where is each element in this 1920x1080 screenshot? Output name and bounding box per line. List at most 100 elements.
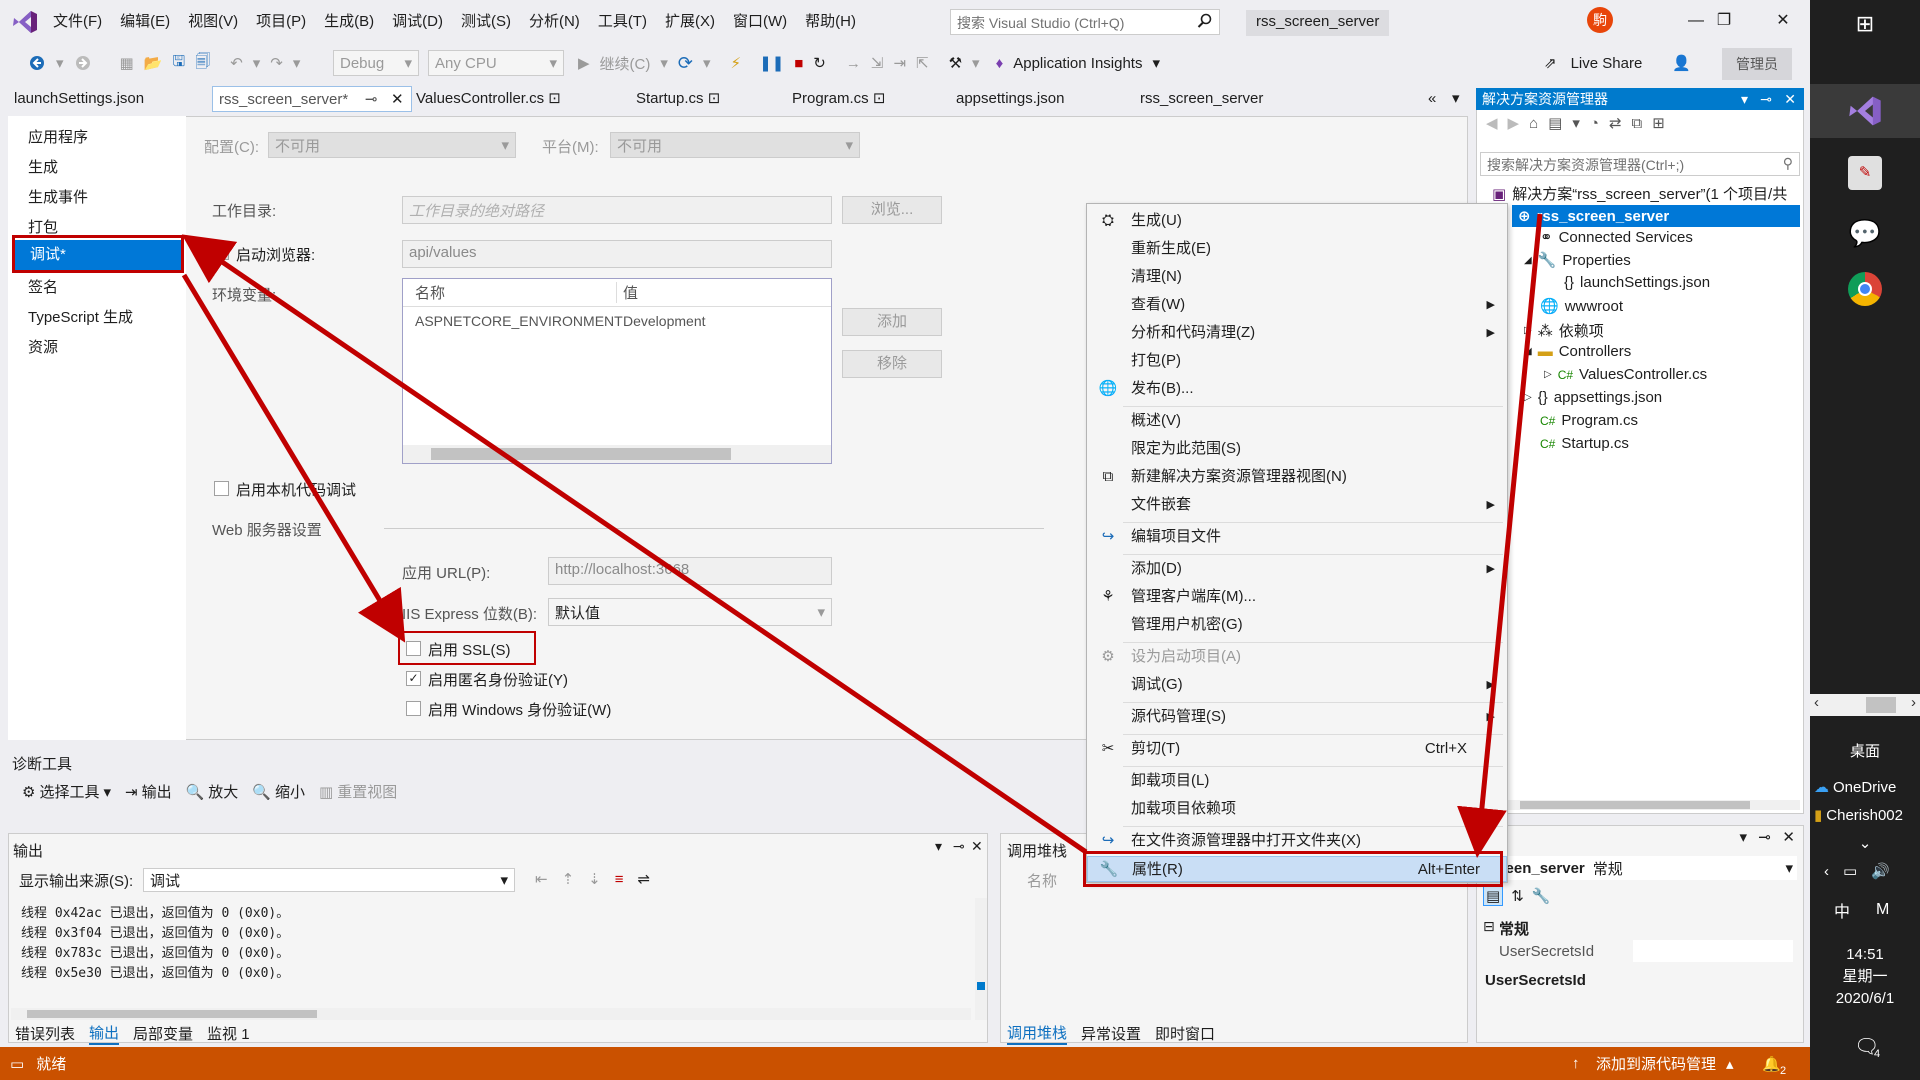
menu-view[interactable]: 视图(V) — [179, 0, 247, 44]
output-vertical-scrollbar[interactable] — [975, 898, 987, 1020]
back-icon[interactable] — [24, 50, 50, 76]
launch-browser-checkbox[interactable]: ✓ — [214, 245, 229, 260]
redo-icon[interactable]: ↷ — [266, 50, 287, 76]
menu-test[interactable]: 测试(S) — [452, 0, 520, 44]
tab-overflow-icon[interactable]: « — [1422, 86, 1436, 112]
menu-item-add[interactable]: 添加(D) ▶ — [1087, 556, 1507, 582]
env-vars-table[interactable]: 名称 值 ASPNETCORE_ENVIRONMENT Development — [402, 278, 832, 464]
battery-icon[interactable]: ▭ — [1843, 862, 1857, 880]
menu-project[interactable]: 项目(P) — [247, 0, 315, 44]
pin-icon[interactable]: ⊸ — [1758, 828, 1771, 846]
collapse-all-icon[interactable]: ⧉ — [1632, 115, 1643, 132]
enable-ssl-checkbox[interactable] — [406, 641, 421, 656]
taskbar-scrollbar[interactable]: ‹ › — [1810, 694, 1920, 716]
native-debug-checkbox[interactable] — [214, 481, 229, 496]
tree-appsettings[interactable]: ▷{} appsettings.json — [1524, 389, 1662, 406]
menu-item-cut[interactable]: ✂ 剪切(T) Ctrl+X — [1087, 736, 1507, 762]
tab-valuescontroller[interactable]: ValuesController.cs ⊡ — [410, 86, 561, 112]
tree-connected-services[interactable]: ⚭ Connected Services — [1540, 228, 1693, 247]
tab-watch1[interactable]: 监视 1 — [207, 1023, 250, 1044]
notifications-icon[interactable]: 🔔 — [1762, 1055, 1781, 1073]
ime-indicator[interactable]: 中 — [1834, 898, 1850, 922]
solution-explorer-scrollbar[interactable] — [1480, 800, 1800, 810]
menu-item-new-explorer-view[interactable]: ⧉ 新建解决方案资源管理器视图(N) — [1087, 464, 1507, 490]
tab-startup[interactable]: Startup.cs ⊡ — [630, 86, 720, 112]
collapse-icon[interactable]: ⊟ — [1483, 918, 1495, 935]
reset-view-button[interactable]: ▥ 重置视图 — [319, 781, 397, 802]
tab-call-stack[interactable]: 调用堆栈 — [1007, 1022, 1068, 1045]
tree-program[interactable]: C# Program.cs — [1540, 412, 1638, 429]
hot-reload-icon[interactable]: ⚡ — [727, 50, 746, 76]
tab-project-properties[interactable]: rss_screen_server* ⊸ ✕ — [212, 86, 412, 112]
nav-build-events[interactable]: 生成事件 — [28, 186, 88, 207]
ime-mode-icon[interactable]: M — [1876, 901, 1889, 919]
zoom-in-button[interactable]: 🔍 放大 — [186, 781, 239, 802]
menu-item-rebuild[interactable]: 重新生成(E) — [1087, 236, 1507, 262]
feedback-icon[interactable]: 👤 — [1668, 50, 1695, 76]
nav-typescript[interactable]: TypeScript 生成 — [28, 306, 133, 327]
pause-icon[interactable]: ❚❚ — [755, 50, 788, 76]
tree-solution-node[interactable]: ▣ 解决方案“rss_screen_server”(1 个项目/共 — [1492, 183, 1787, 204]
tab-list-dropdown-icon[interactable]: ▾ — [1446, 86, 1460, 112]
config-select[interactable]: 不可用 ▾ — [268, 132, 516, 158]
close-icon[interactable]: ✕ — [1784, 88, 1796, 110]
menu-item-set-startup[interactable]: ⚙ 设为启动项目(A) — [1087, 644, 1507, 670]
close-icon[interactable]: ✕ — [971, 838, 983, 855]
zoom-out-button[interactable]: 🔍 缩小 — [252, 781, 305, 802]
menu-file[interactable]: 文件(F) — [44, 0, 111, 44]
tree-wwwroot[interactable]: 🌐 wwwroot — [1540, 297, 1623, 316]
nav-build[interactable]: 生成 — [28, 156, 58, 177]
restore-icon[interactable]: ❐ — [1704, 6, 1744, 36]
forward-icon[interactable] — [70, 50, 96, 76]
taskbar-visual-studio[interactable] — [1810, 84, 1920, 138]
menu-tools[interactable]: 工具(T) — [589, 0, 656, 44]
add-env-button[interactable]: 添加 — [842, 308, 942, 336]
menu-item-analyze[interactable]: 分析和代码清理(Z) ▶ — [1087, 320, 1507, 346]
dropdown-arrow-icon[interactable]: ▾ — [249, 50, 265, 76]
workdir-input[interactable]: 工作目录的绝对路径 — [402, 196, 832, 224]
menu-item-load-deps[interactable]: 加载项目依赖项 — [1087, 796, 1507, 822]
menu-item-unload[interactable]: 卸载项目(L) — [1087, 768, 1507, 794]
tree-project-node[interactable]: ⊕ rss_screen_server — [1512, 205, 1800, 227]
refresh-icon[interactable]: ⟳ — [674, 50, 697, 76]
word-wrap-icon[interactable]: ⇌ — [638, 870, 651, 888]
property-pages-icon[interactable]: 🔧 — [1532, 887, 1551, 905]
nav-signing[interactable]: 签名 — [28, 276, 58, 297]
breakpoints-icon[interactable]: ⚒ — [945, 50, 966, 76]
tree-controllers[interactable]: ◢ ▬ Controllers — [1524, 343, 1631, 360]
tree-valuescontroller[interactable]: ▷ C# ValuesController.cs — [1544, 366, 1707, 383]
menu-analyze[interactable]: 分析(N) — [520, 0, 589, 44]
diag-output-button[interactable]: ⇥ 输出 — [125, 781, 172, 802]
show-all-files-icon[interactable]: ⊞ — [1652, 114, 1665, 132]
vs-search-input[interactable]: 搜索 Visual Studio (Ctrl+Q) — [950, 9, 1220, 35]
menu-extensions[interactable]: 扩展(X) — [656, 0, 724, 44]
browse-button[interactable]: 浏览... — [842, 196, 942, 224]
step-into-icon[interactable]: ⇲ — [867, 50, 888, 76]
dropdown-arrow-icon[interactable]: ▾ — [968, 50, 984, 76]
pin-icon[interactable]: ⊸ — [1760, 88, 1772, 110]
dropdown-arrow-icon[interactable]: ▾ — [1572, 114, 1580, 132]
menu-item-edit-project-file[interactable]: ↪ 编辑项目文件 — [1087, 524, 1507, 550]
launch-browser-url-input[interactable]: api/values — [402, 240, 832, 268]
tree-startup[interactable]: C# Startup.cs — [1540, 435, 1629, 452]
properties-object-select[interactable]: screen_server 常规 ▾ — [1483, 856, 1797, 880]
open-folder-icon[interactable]: 📂 — [140, 50, 167, 76]
dropdown-arrow-icon[interactable]: ▾ — [289, 50, 305, 76]
anonymous-auth-checkbox[interactable]: ✓ — [406, 671, 421, 686]
taskbar-user[interactable]: ▮ Cherish002 — [1814, 806, 1903, 825]
menu-item-overview[interactable]: 概述(V) — [1087, 408, 1507, 434]
sync-icon[interactable]: ⇄ — [1609, 114, 1622, 132]
menu-item-build[interactable]: ⛭ 生成(U) — [1087, 208, 1507, 234]
play-icon[interactable]: ▶ — [574, 50, 594, 76]
menu-debug[interactable]: 调试(D) — [383, 0, 452, 44]
save-icon[interactable]: 🖫 — [168, 50, 189, 76]
menu-item-scope-to-this[interactable]: 限定为此范围(S) — [1087, 436, 1507, 462]
nav-application[interactable]: 应用程序 — [28, 126, 88, 147]
close-tab-icon[interactable]: ✕ — [391, 87, 404, 113]
menu-item-properties[interactable]: 🔧 属性(R) Alt+Enter — [1087, 856, 1507, 882]
dropdown-arrow-icon[interactable]: ▾ — [1148, 50, 1164, 76]
solution-platform-select[interactable]: Any CPU ▾ — [428, 50, 564, 76]
restart-icon[interactable]: ↻ — [809, 50, 830, 76]
step-over-icon[interactable]: ⇥ — [889, 50, 910, 76]
tab-program[interactable]: Program.cs ⊡ — [786, 86, 885, 112]
